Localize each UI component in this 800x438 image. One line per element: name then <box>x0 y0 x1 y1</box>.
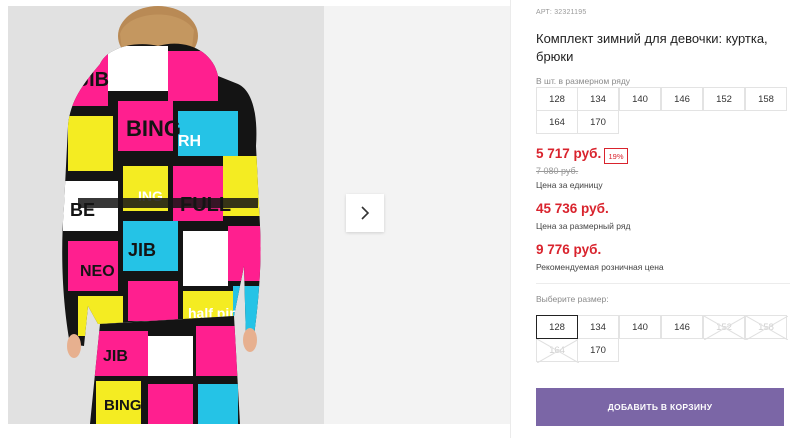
svg-text:NEO: NEO <box>80 263 115 280</box>
size-option-label: 140 <box>632 321 648 333</box>
unit-price: 5 717 руб. <box>536 146 602 161</box>
row-price-caption: Цена за размерный ряд <box>536 221 631 231</box>
size-row-cell: 140 <box>619 87 661 111</box>
size-option-170[interactable]: 170 <box>577 338 619 362</box>
unavailable-cross-icon <box>704 316 746 340</box>
size-row-cell: 128 <box>536 87 578 111</box>
next-photo-button[interactable] <box>346 194 384 232</box>
row-price: 45 736 руб. <box>536 201 609 216</box>
size-option-label: 128 <box>549 321 565 333</box>
size-row-cell: 152 <box>703 87 745 111</box>
product-photo-illustration: JIB BING BE FULL JIB NEO RH ING half pip… <box>8 6 324 424</box>
product-photo[interactable]: JIB BING BE FULL JIB NEO RH ING half pip… <box>8 6 324 424</box>
old-price: 7 080 руб. <box>536 166 579 176</box>
product-gallery: JIB BING BE FULL JIB NEO RH ING half pip… <box>0 0 510 438</box>
svg-text:RH: RH <box>178 133 201 150</box>
size-option-146[interactable]: 146 <box>661 315 703 339</box>
size-option-164: 164 <box>536 338 579 363</box>
size-option-label: 134 <box>590 321 606 333</box>
add-to-cart-button[interactable]: ДОБАВИТЬ В КОРЗИНУ <box>536 388 784 426</box>
size-option-label: 170 <box>590 344 606 356</box>
discount-badge: 19% <box>604 148 628 164</box>
size-row-label: В шт. в размерном ряду <box>536 76 631 86</box>
size-option-128[interactable]: 128 <box>536 315 578 339</box>
size-row-cell: 164 <box>536 110 578 134</box>
size-row-grid: 128 134 140 146 152 158 164 170 <box>536 87 788 134</box>
size-select-grid: 128 134 140 146 152 158 164 170 <box>536 315 788 363</box>
size-row-cell: 134 <box>577 87 619 111</box>
chevron-right-icon <box>361 206 370 220</box>
svg-text:JIB: JIB <box>128 240 156 260</box>
size-option-152: 152 <box>703 315 746 340</box>
retail-price: 9 776 руб. <box>536 242 602 257</box>
svg-text:BING: BING <box>104 397 142 414</box>
size-row-cell: 170 <box>577 110 619 134</box>
svg-text:BING: BING <box>126 116 181 141</box>
retail-price-caption: Рекомендуемая розничная цена <box>536 262 664 272</box>
column-divider <box>510 0 511 438</box>
product-title: Комплект зимний для девочки: куртка, брю… <box>536 31 768 64</box>
unit-price-caption: Цена за единицу <box>536 180 603 190</box>
unavailable-cross-icon <box>537 339 579 363</box>
unavailable-cross-icon <box>746 316 788 340</box>
size-row-cell: 158 <box>745 87 787 111</box>
size-option-140[interactable]: 140 <box>619 315 661 339</box>
size-row-cell: 146 <box>661 87 703 111</box>
size-option-158: 158 <box>745 315 788 340</box>
article-number: АРТ: 32321195 <box>536 9 587 16</box>
svg-text:JIB: JIB <box>103 348 128 365</box>
size-option-label: 146 <box>674 321 690 333</box>
section-divider <box>536 283 790 284</box>
size-select-label: Выберите размер: <box>536 294 609 304</box>
size-option-134[interactable]: 134 <box>577 315 619 339</box>
